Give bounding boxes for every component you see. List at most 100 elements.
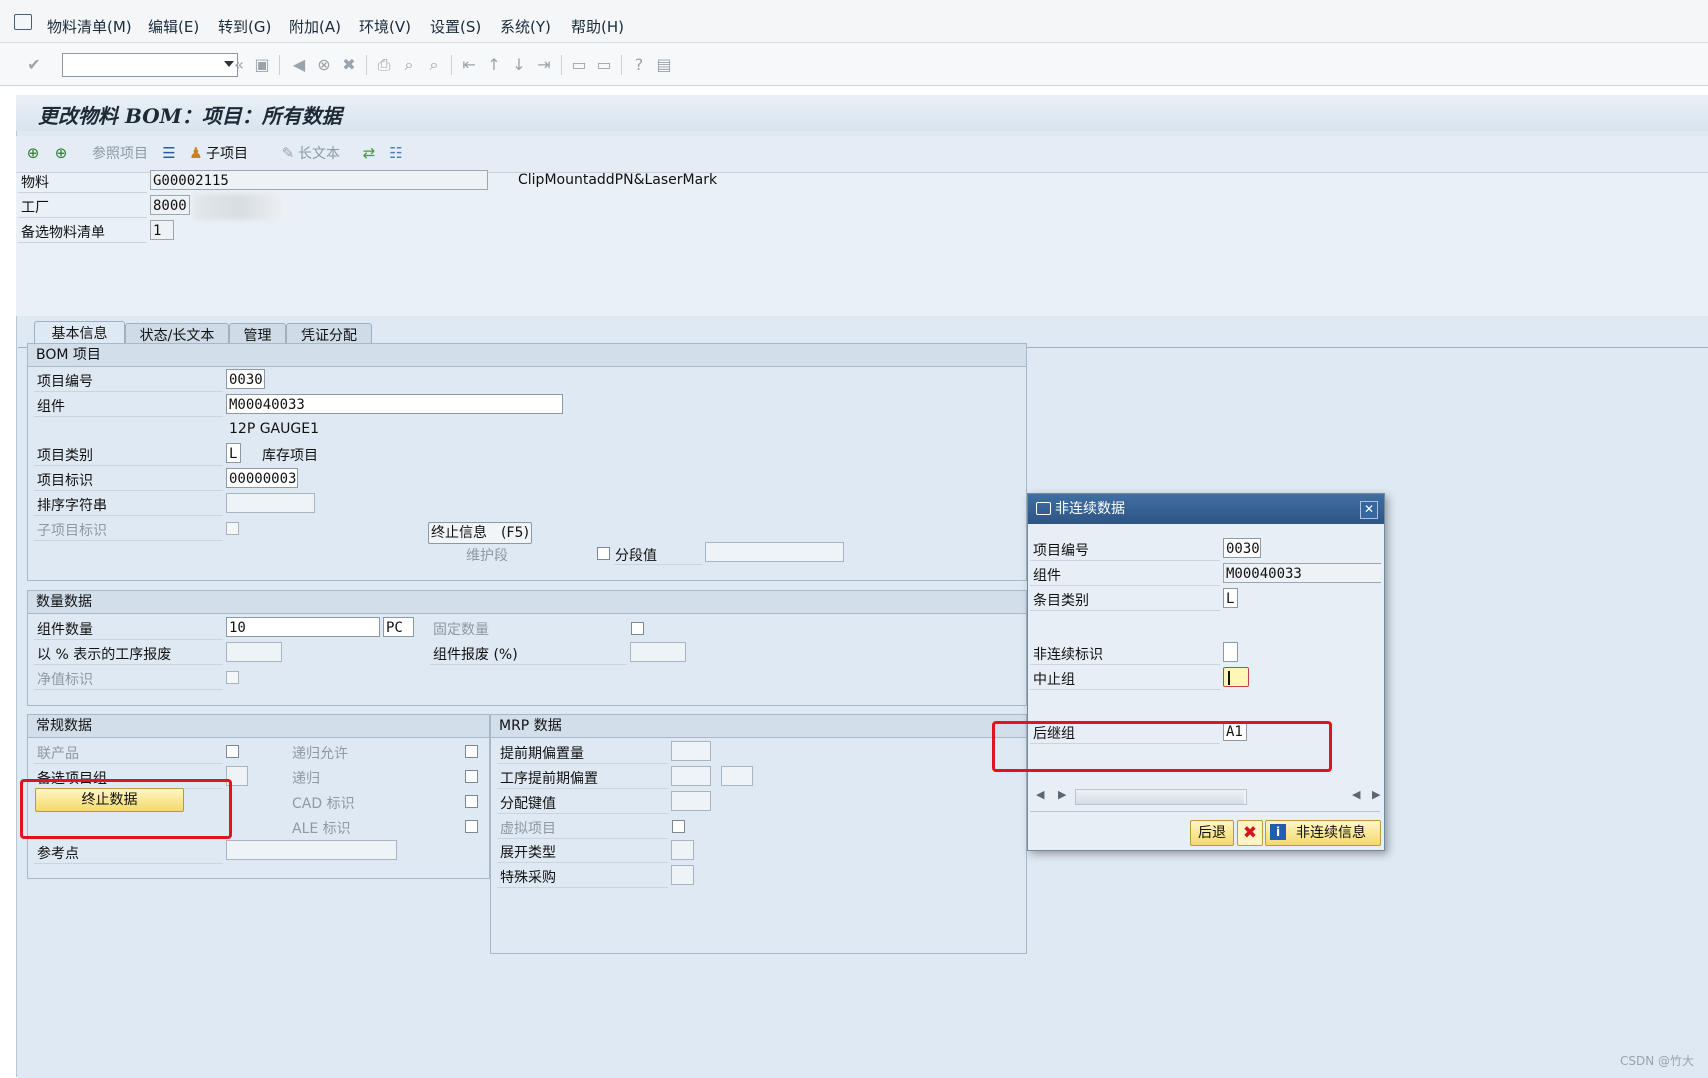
menu-bom[interactable]: 物料清单(M) — [47, 16, 132, 37]
segment-value-checkbox[interactable] — [597, 547, 610, 560]
application-toolbar — [16, 136, 1708, 173]
horizontal-scrollbar[interactable] — [1075, 789, 1247, 805]
material-field[interactable]: G00002115 — [150, 170, 488, 190]
unit-field[interactable]: PC — [383, 617, 414, 637]
double-chevron-left-icon: « — [234, 55, 244, 74]
scrollbar-thumb[interactable] — [1076, 790, 1244, 804]
ale-indicator-checkbox[interactable] — [465, 820, 478, 833]
recursive-allowed-checkbox[interactable] — [465, 745, 478, 758]
menu-goto[interactable]: 转到(G) — [218, 16, 271, 37]
op-lead-time-unit-field[interactable] — [721, 766, 753, 786]
item-category-description: 库存项目 — [262, 448, 318, 464]
sub-item-id-checkbox[interactable] — [226, 522, 239, 535]
find-icon[interactable]: ⌕ — [400, 56, 418, 74]
insert-item-icon[interactable]: ⊕ — [24, 144, 42, 162]
scroll-left-icon[interactable]: ◀ — [1352, 788, 1360, 801]
menu-environment[interactable]: 环境(V) — [359, 16, 411, 37]
item-category-label: 项目类别 — [37, 448, 93, 464]
op-lead-time-offset-label: 工序提前期偏置 — [500, 771, 598, 787]
last-page-icon[interactable]: ⇥ — [535, 56, 553, 74]
discontinuation-group-field[interactable] — [1223, 667, 1249, 687]
back-icon[interactable]: ◀ — [290, 56, 308, 74]
exit-icon[interactable]: ⊗ — [315, 56, 333, 74]
item-id-field[interactable]: 00000003 — [226, 468, 298, 488]
cad-indicator-checkbox[interactable] — [465, 795, 478, 808]
co-product-checkbox[interactable] — [226, 745, 239, 758]
new-session-icon[interactable]: ▭ — [570, 56, 588, 74]
component-qty-field[interactable]: 10 — [226, 617, 380, 637]
component-scrap-field[interactable] — [630, 642, 686, 662]
cancel-icon[interactable]: ✖ — [340, 56, 358, 74]
save-icon[interactable]: ▣ — [253, 56, 271, 74]
end-info-button[interactable]: 终止信息 (F5) — [428, 522, 532, 544]
discontinuation-id-field[interactable] — [1223, 642, 1238, 662]
operation-scrap-field[interactable] — [226, 642, 282, 662]
menu-icon[interactable] — [14, 14, 32, 30]
scroll-right-icon[interactable]: ▶ — [1372, 788, 1380, 801]
transfer-icon[interactable]: ⇄ — [360, 144, 378, 162]
sort-string-field[interactable] — [226, 493, 315, 513]
explosion-type-field[interactable] — [671, 840, 694, 860]
menu-extras[interactable]: 附加(A) — [289, 16, 341, 37]
dlg-component-field[interactable]: M00040033 — [1223, 563, 1381, 583]
special-procurement-field[interactable] — [671, 865, 694, 885]
command-field[interactable] — [62, 53, 238, 77]
dlg-item-category-field[interactable]: L — [1223, 588, 1238, 608]
dlg-item-no-field[interactable]: 0030 — [1223, 538, 1261, 558]
phantom-item-checkbox[interactable] — [672, 820, 685, 833]
discontinuation-id-label: 非连续标识 — [1033, 647, 1103, 663]
enter-check-icon[interactable]: ✔ — [25, 56, 43, 74]
long-text-button[interactable]: 长文本 — [298, 143, 340, 163]
recursive-checkbox[interactable] — [465, 770, 478, 783]
item-no-field[interactable]: 0030 — [226, 369, 265, 389]
close-icon[interactable]: ✕ — [1360, 501, 1378, 519]
cancel-button[interactable]: ✖ — [1237, 820, 1263, 846]
help-icon[interactable]: ? — [630, 56, 648, 74]
menu-help[interactable]: 帮助(H) — [571, 16, 624, 37]
toolbar-separator — [621, 55, 622, 75]
distribution-key-field[interactable] — [671, 791, 711, 811]
first-page-icon[interactable]: ⇤ — [460, 56, 478, 74]
alt-bom-field[interactable]: 1 — [150, 220, 174, 240]
menu-settings[interactable]: 设置(S) — [430, 16, 481, 37]
info-icon: i — [1270, 824, 1286, 840]
sub-item-icon[interactable]: ♟ — [187, 144, 205, 162]
reference-point-field[interactable] — [226, 840, 397, 860]
find-next-icon[interactable]: ⌕ — [425, 56, 443, 74]
long-text-icon[interactable]: ✎ — [279, 144, 297, 162]
scroll-right-icon[interactable]: ▶ — [1058, 788, 1066, 801]
segment-value-field[interactable] — [705, 542, 844, 562]
scroll-left-icon[interactable]: ◀ — [1036, 788, 1044, 801]
plant-field[interactable]: 8000 — [150, 195, 190, 215]
fixed-qty-checkbox[interactable] — [631, 622, 644, 635]
net-id-checkbox[interactable] — [226, 671, 239, 684]
shortcut-icon[interactable]: ▭ — [595, 56, 613, 74]
discontinuation-info-button[interactable]: i 非连续信息 — [1265, 820, 1381, 846]
sub-item-button[interactable]: 子项目 — [206, 143, 248, 163]
lead-time-offset-field[interactable] — [671, 741, 711, 761]
back-button[interactable]: 后退 — [1190, 820, 1234, 846]
prev-page-icon[interactable]: ↑ — [485, 56, 503, 74]
recursive-label: 递归 — [292, 771, 320, 787]
window-icon — [1036, 502, 1051, 515]
stack-icon[interactable]: ☰ — [160, 144, 178, 162]
menu-system[interactable]: 系统(Y) — [500, 16, 551, 37]
operation-scrap-label: 以 % 表示的工序报废 — [37, 647, 172, 663]
component-field[interactable]: M00040033 — [226, 394, 563, 414]
toolbar-separator — [451, 55, 452, 75]
ref-item-button[interactable]: 参照项目 — [92, 143, 148, 163]
op-lead-time-offset-field[interactable] — [671, 766, 711, 786]
structure-icon[interactable]: ☷ — [387, 144, 405, 162]
standard-toolbar: ✔ « ▣ ◀ ⊗ ✖ ⎙ ⌕ ⌕ ⇤ ↑ ↓ ⇥ ▭ ▭ ? ▤ — [0, 43, 1708, 86]
item-category-field[interactable]: L — [226, 443, 241, 463]
new-item-icon[interactable]: ⊕ — [52, 144, 70, 162]
next-page-icon[interactable]: ↓ — [510, 56, 528, 74]
watermark: CSDN @竹大 — [1619, 1054, 1694, 1068]
blurred-plant-description — [194, 194, 286, 220]
print-icon[interactable]: ⎙ — [375, 56, 393, 74]
sort-string-label: 排序字符串 — [37, 498, 107, 514]
lead-time-offset-label: 提前期偏置量 — [500, 746, 584, 762]
menu-edit[interactable]: 编辑(E) — [148, 16, 199, 37]
phantom-item-label: 虚拟项目 — [500, 821, 556, 837]
layout-menu-icon[interactable]: ▤ — [655, 56, 673, 74]
